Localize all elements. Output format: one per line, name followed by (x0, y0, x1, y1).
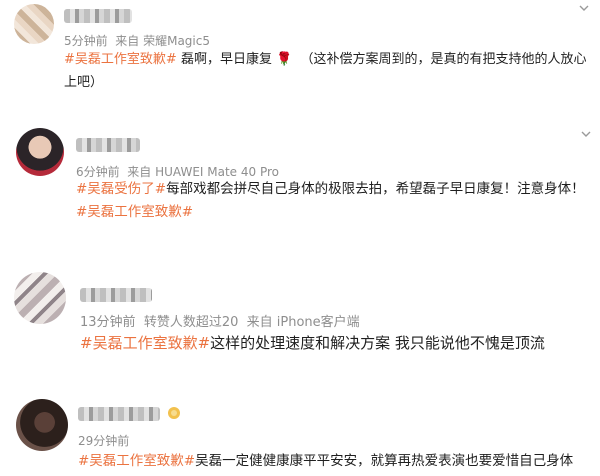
comment-text: #吴磊工作室致歉#吴磊一定健健康康平平安安，就算再热爱表演也要爱惜自己身体 (78, 450, 598, 474)
comment-time: 6分钟前 (76, 165, 120, 179)
comment-source: 来自 HUAWEI Mate 40 Pro (127, 165, 279, 179)
comment-body: 磊啊，早日康复 (180, 52, 272, 67)
avatar[interactable] (14, 272, 66, 324)
avatar[interactable] (16, 399, 68, 451)
hashtag-link[interactable]: #吴磊工作室致歉# (78, 453, 195, 469)
comment-meta: 29分钟前 (78, 432, 129, 449)
comment-item: 5分钟前 来自 荣耀Magic5 #吴磊工作室致歉# 磊啊，早日康复 🌹 （这补… (0, 0, 600, 110)
avatar[interactable] (16, 128, 64, 176)
comment-source: 来自 荣耀Magic5 (115, 34, 210, 48)
username-blurred[interactable] (64, 9, 132, 23)
comment-body: 每部戏都会拼尽自己身体的极限去拍，希望磊子早日康复！注意身体！ (166, 181, 585, 197)
username-blurred[interactable] (76, 138, 140, 152)
comment-time: 5分钟前 (64, 34, 108, 48)
comment-text: #吴磊工作室致歉#这样的处理速度和解决方案 我只能说他不愧是顶流 (80, 330, 595, 356)
comment-source: 来自 iPhone客户端 (246, 315, 360, 330)
comment-time: 13分钟前 (80, 315, 136, 330)
comment-meta: 5分钟前 来自 荣耀Magic5 (64, 32, 210, 49)
medal-icon (166, 405, 182, 424)
username-blurred[interactable] (80, 288, 152, 302)
hashtag-link[interactable]: #吴磊工作室致歉# (80, 334, 210, 352)
hashtag-link[interactable]: #吴磊受伤了# (76, 181, 166, 197)
comment-time: 29分钟前 (78, 434, 130, 448)
comment-item: 29分钟前 #吴磊工作室致歉#吴磊一定健健康康平平安安，就算再热爱表演也要爱惜自… (0, 385, 600, 476)
hashtag-link[interactable]: #吴磊工作室致歉# (76, 204, 193, 220)
avatar[interactable] (14, 4, 54, 44)
comment-text: #吴磊工作室致歉# 磊啊，早日康复 🌹 （这补偿方案周到的，是真的有把支持他的人… (64, 49, 592, 95)
comment-item: 6分钟前 来自 HUAWEI Mate 40 Pro #吴磊受伤了#每部戏都会拼… (0, 110, 600, 250)
comment-body: 吴磊一定健健康康平平安安，就算再热爱表演也要爱惜自己身体 (195, 453, 574, 469)
comment-body: 这样的处理速度和解决方案 我只能说他不愧是顶流 (210, 334, 545, 352)
comment-item: 13分钟前 转赞人数超过20 来自 iPhone客户端 #吴磊工作室致歉#这样的… (0, 250, 600, 385)
chevron-down-icon[interactable] (580, 128, 592, 140)
comment-meta: 13分钟前 转赞人数超过20 来自 iPhone客户端 (80, 311, 360, 330)
comment-text: #吴磊受伤了#每部戏都会拼尽自己身体的极限去拍，希望磊子早日康复！注意身体！ #… (76, 178, 592, 224)
chevron-down-icon[interactable] (578, 2, 590, 14)
hashtag-link[interactable]: #吴磊工作室致歉# (64, 52, 177, 67)
rose-icon: 🌹 (276, 52, 293, 67)
comment-extra: 转赞人数超过20 (143, 315, 239, 330)
username-blurred[interactable] (78, 407, 160, 421)
